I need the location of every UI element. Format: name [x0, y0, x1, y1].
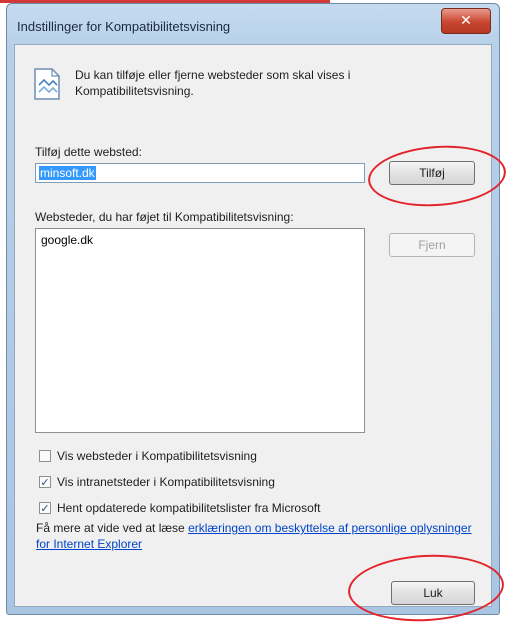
close-window-button[interactable]: ✕	[441, 8, 491, 34]
checkbox-intranet-sites[interactable]: ✓	[39, 476, 51, 489]
dialog-title: Indstillinger for Kompatibilitetsvisning	[17, 19, 231, 34]
list-item[interactable]: google.dk	[41, 233, 359, 247]
sites-listbox[interactable]: google.dk	[35, 228, 365, 433]
checkbox-download-lists[interactable]: ✓	[39, 502, 51, 515]
option-download-lists[interactable]: ✓ Hent opdaterede kompatibilitetslister …	[39, 501, 320, 515]
close-icon: ✕	[460, 13, 472, 29]
sites-list-label: Websteder, du har føjet til Kompatibilit…	[35, 210, 294, 224]
compat-view-dialog: Indstillinger for Kompatibilitetsvisning…	[6, 3, 500, 615]
option-intranet-sites[interactable]: ✓ Vis intranetsteder i Kompatibilitetsvi…	[39, 475, 275, 489]
dialog-body: Du kan tilføje eller fjerne websteder so…	[14, 44, 492, 607]
title-bar[interactable]: Indstillinger for Kompatibilitetsvisning…	[7, 4, 499, 44]
add-site-input-value: minsoft.dk	[39, 166, 96, 180]
add-site-input[interactable]: minsoft.dk	[35, 163, 365, 183]
remove-button[interactable]: Fjern	[389, 233, 475, 257]
privacy-note-prefix: Få mere at vide ved at læse	[36, 521, 189, 535]
option-show-all-sites[interactable]: Vis websteder i Kompatibilitetsvisning	[39, 449, 257, 463]
add-site-label: Tilføj dette websted:	[35, 145, 142, 159]
option-label: Vis websteder i Kompatibilitetsvisning	[57, 449, 257, 463]
info-text: Du kan tilføje eller fjerne websteder so…	[75, 68, 351, 98]
option-label: Hent opdaterede kompatibilitetslister fr…	[57, 501, 321, 515]
privacy-note: Få mere at vide ved at læse erklæringen …	[36, 520, 476, 552]
option-label: Vis intranetsteder i Kompatibilitetsvisn…	[57, 475, 275, 489]
checkbox-show-all-sites[interactable]	[39, 450, 51, 462]
compat-view-icon	[34, 68, 60, 100]
